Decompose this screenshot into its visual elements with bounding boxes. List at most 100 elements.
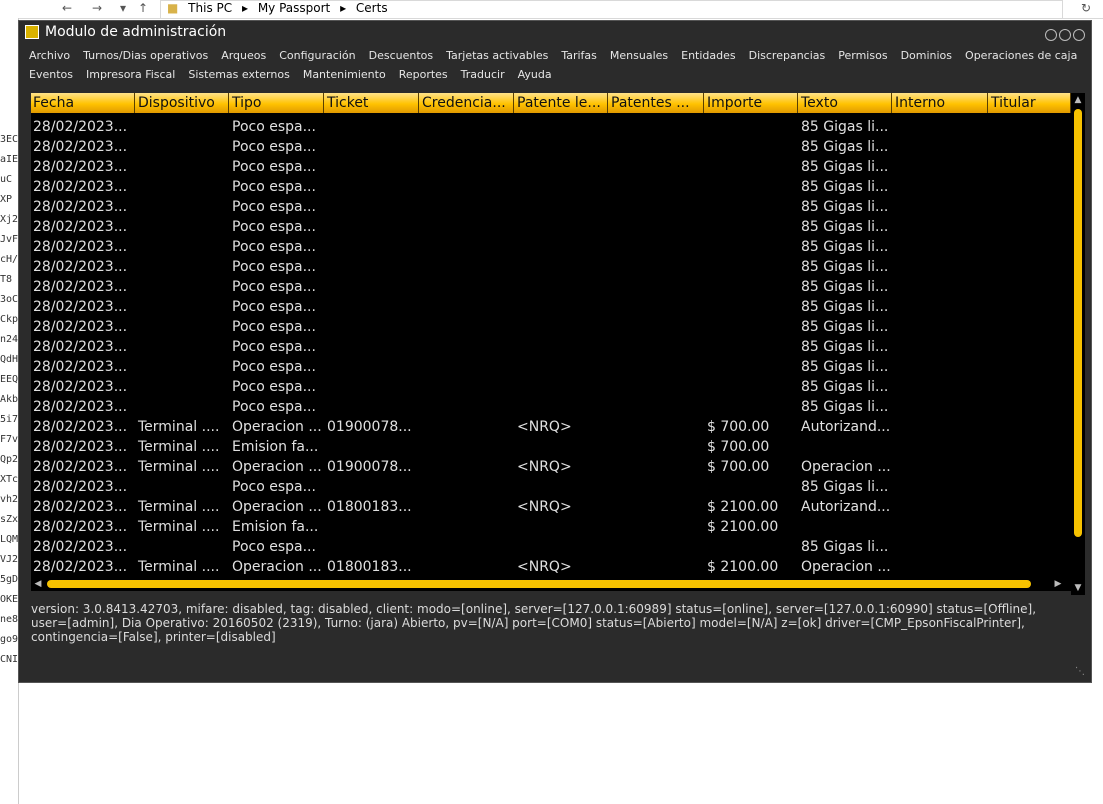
table-row[interactable]: 28/02/2023... Poco espa... 85 Gigas li...	[31, 337, 1071, 357]
refresh-icon[interactable]: ↻	[1081, 0, 1099, 17]
table-row[interactable]: 28/02/2023... Poco espa... 85 Gigas li...	[31, 317, 1071, 337]
menu-item[interactable]: Traducir	[461, 68, 505, 81]
column-header[interactable]: Patentes ...	[609, 93, 704, 113]
table-cell	[515, 537, 608, 557]
table-row[interactable]: 28/02/2023... Poco espa... 85 Gigas li...	[31, 137, 1071, 157]
column-header[interactable]: Fecha	[31, 93, 135, 113]
menu-item[interactable]: Turnos/Dias operativos	[83, 49, 208, 62]
table-row[interactable]: 28/02/2023... Poco espa... 85 Gigas li...	[31, 157, 1071, 177]
table-cell	[325, 197, 419, 217]
table-row[interactable]: 28/02/2023... Terminal .... Operacion ... 0…	[31, 497, 1071, 517]
maximize-button[interactable]	[1059, 29, 1071, 41]
table-cell	[609, 157, 704, 177]
table-row[interactable]: 28/02/2023... Poco espa... 85 Gigas li...	[31, 477, 1071, 497]
table-cell	[893, 377, 988, 397]
table-row[interactable]: 28/02/2023... Poco espa... 85 Gigas li...	[31, 377, 1071, 397]
table-row[interactable]: 28/02/2023... Poco espa... 85 Gigas li...	[31, 117, 1071, 137]
column-header[interactable]: Titular	[989, 93, 1071, 113]
menu-item[interactable]: Arqueos	[221, 49, 266, 62]
breadcrumb-item[interactable]: This PC	[188, 1, 232, 15]
background-text-fragment: ne8	[0, 614, 19, 625]
vertical-scrollbar[interactable]: ▲ ▼	[1071, 93, 1085, 595]
table-cell: 85 Gigas li...	[801, 279, 889, 295]
menu-row: Eventos Impresora Fiscal Sistemas externos…	[29, 68, 1079, 87]
chevron-down-icon[interactable]: ▾	[114, 0, 132, 17]
column-header[interactable]: Texto	[799, 93, 892, 113]
horizontal-scroll-thumb[interactable]	[47, 580, 1031, 588]
menu-item[interactable]: Tarjetas activables	[446, 49, 548, 62]
column-header[interactable]: Ticket	[325, 93, 419, 113]
column-header[interactable]: Interno	[893, 93, 988, 113]
table-row[interactable]: 28/02/2023... Poco espa... 85 Gigas li...	[31, 537, 1071, 557]
table-cell	[893, 197, 988, 217]
menu-item[interactable]: Eventos	[29, 68, 73, 81]
menu-item[interactable]: Permisos	[838, 49, 887, 62]
table-row[interactable]: 28/02/2023... Poco espa... 85 Gigas li...	[31, 297, 1071, 317]
column-header[interactable]: Patente le...	[515, 93, 608, 113]
table-row[interactable]: 28/02/2023... Poco espa... 85 Gigas li...	[31, 197, 1071, 217]
menu-item[interactable]: Mensuales	[610, 49, 668, 62]
menu-item[interactable]: Dominios	[901, 49, 952, 62]
background-text-fragment: VJ2	[0, 554, 19, 565]
scroll-left-icon[interactable]: ◀	[31, 577, 45, 591]
table-cell	[893, 337, 988, 357]
table-row[interactable]: 28/02/2023... Poco espa... 85 Gigas li...	[31, 177, 1071, 197]
table-cell	[989, 257, 1071, 277]
events-grid[interactable]: Fecha Dispositivo Tipo Ticket Credencia... Pa…	[31, 93, 1085, 591]
breadcrumb-item[interactable]: My Passport	[258, 1, 330, 15]
table-row[interactable]: 28/02/2023... Poco espa... 85 Gigas li...	[31, 357, 1071, 377]
menu-item[interactable]: Reportes	[399, 68, 448, 81]
table-cell	[893, 437, 988, 457]
breadcrumb-item[interactable]: Certs	[356, 1, 388, 15]
menu-item[interactable]: Archivo	[29, 49, 70, 62]
menu-item[interactable]: Tarifas	[561, 49, 597, 62]
table-row[interactable]: 28/02/2023... Terminal .... Operacion ... 0…	[31, 557, 1071, 577]
table-cell: Operacion ...	[232, 559, 322, 575]
table-cell: 85 Gigas li...	[801, 159, 889, 175]
horizontal-scrollbar[interactable]: ◀ ▶	[31, 577, 1071, 591]
up-arrow-icon[interactable]: ↑	[134, 0, 152, 17]
scroll-up-icon[interactable]: ▲	[1071, 93, 1085, 107]
breadcrumb[interactable]: ■ This PC ▸ My Passport ▸ Certs	[160, 0, 1063, 19]
resize-grip-icon[interactable]: ⋱	[1075, 666, 1085, 677]
scroll-right-icon[interactable]: ▶	[1051, 577, 1065, 591]
menu-item[interactable]: Entidades	[681, 49, 736, 62]
table-cell: 28/02/2023...	[33, 319, 128, 335]
menu-item[interactable]: Discrepancias	[749, 49, 826, 62]
table-cell	[705, 357, 798, 377]
table-row[interactable]: 28/02/2023... Poco espa... 85 Gigas li...	[31, 277, 1071, 297]
minimize-button[interactable]	[1045, 29, 1057, 41]
menu-item[interactable]: Configuración	[279, 49, 355, 62]
menu-item[interactable]: Sistemas externos	[188, 68, 289, 81]
table-cell	[705, 277, 798, 297]
menu-item[interactable]: Impresora Fiscal	[86, 68, 175, 81]
vertical-scroll-thumb[interactable]	[1074, 109, 1082, 537]
back-arrow-icon[interactable]: ←	[58, 0, 76, 17]
chevron-right-icon: ▸	[241, 1, 248, 15]
close-button[interactable]	[1073, 29, 1085, 41]
chevron-right-icon: ▸	[340, 1, 347, 15]
menu-item[interactable]: Operaciones de caja	[965, 49, 1077, 62]
table-row[interactable]: 28/02/2023... Poco espa... 85 Gigas li...	[31, 237, 1071, 257]
table-row[interactable]: 28/02/2023... Poco espa... 85 Gigas li...	[31, 217, 1071, 237]
table-row[interactable]: 28/02/2023... Poco espa... 85 Gigas li...	[31, 257, 1071, 277]
menu-item[interactable]: Descuentos	[369, 49, 434, 62]
table-cell	[136, 537, 229, 557]
table-row[interactable]: 28/02/2023... Terminal .... Emision fa... $…	[31, 437, 1071, 457]
table-row[interactable]: 28/02/2023... Terminal .... Emision fa... $…	[31, 517, 1071, 537]
table-cell	[989, 517, 1071, 537]
menu-item[interactable]: Mantenimiento	[303, 68, 386, 81]
column-header[interactable]: Credencia...	[420, 93, 514, 113]
column-header[interactable]: Tipo	[230, 93, 324, 113]
table-row[interactable]: 28/02/2023... Poco espa... 85 Gigas li...	[31, 397, 1071, 417]
menu-item[interactable]: Ayuda	[518, 68, 552, 81]
column-header[interactable]: Dispositivo	[136, 93, 229, 113]
forward-arrow-icon[interactable]: →	[88, 0, 106, 17]
table-cell	[420, 397, 514, 417]
table-cell	[325, 257, 419, 277]
scroll-down-icon[interactable]: ▼	[1071, 581, 1085, 595]
table-row[interactable]: 28/02/2023... Terminal .... Operacion ... 0…	[31, 457, 1071, 477]
column-header[interactable]: Importe	[705, 93, 798, 113]
table-cell: Poco espa...	[232, 159, 316, 175]
table-row[interactable]: 28/02/2023... Terminal .... Operacion ... 0…	[31, 417, 1071, 437]
